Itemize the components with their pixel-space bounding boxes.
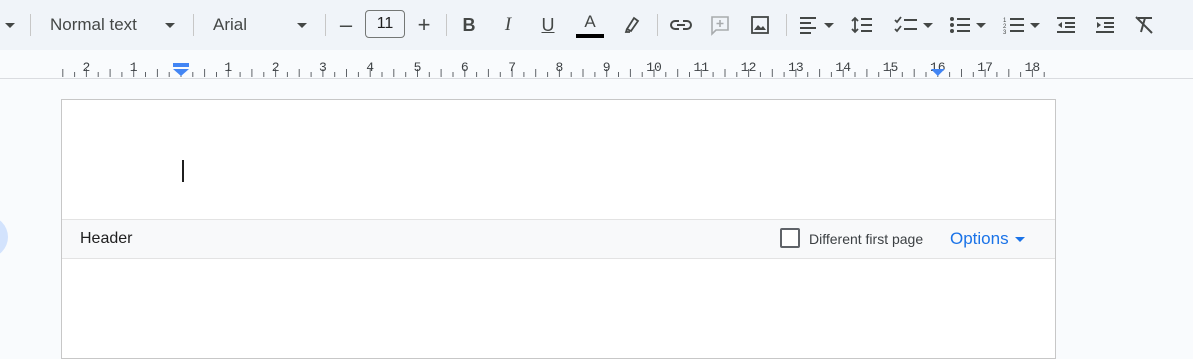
align-dropdown-button[interactable] bbox=[796, 0, 836, 50]
options-label: Options bbox=[950, 229, 1009, 248]
insert-link-button[interactable] bbox=[667, 0, 695, 50]
line-spacing-icon bbox=[851, 16, 872, 34]
add-comment-icon bbox=[711, 16, 729, 36]
add-comment-button[interactable] bbox=[706, 0, 734, 50]
link-icon bbox=[670, 20, 692, 30]
ruler-label: 8 bbox=[555, 60, 563, 75]
ruler-label: 5 bbox=[414, 60, 422, 75]
document-page[interactable]: Header Different first page Options bbox=[61, 99, 1056, 359]
header-options-dropdown[interactable]: Options bbox=[950, 228, 1025, 250]
ruler-label: 17 bbox=[977, 60, 993, 75]
chevron-down-icon bbox=[5, 22, 15, 28]
side-panel-toggle[interactable] bbox=[0, 216, 8, 258]
increase-font-size-button[interactable]: + bbox=[411, 0, 437, 50]
header-label: Header bbox=[80, 230, 133, 247]
underline-button[interactable]: U bbox=[534, 0, 562, 50]
increase-indent-button[interactable] bbox=[1091, 0, 1119, 50]
bold-icon: B bbox=[462, 14, 476, 35]
paragraph-style-value: Normal text bbox=[50, 15, 137, 34]
ruler-label: 15 bbox=[883, 60, 899, 75]
toolbar-divider bbox=[446, 14, 447, 36]
increase-indent-icon bbox=[1096, 17, 1114, 33]
font-size-input[interactable]: 11 bbox=[365, 10, 405, 38]
clear-formatting-button[interactable] bbox=[1130, 0, 1158, 50]
toolbar-divider bbox=[786, 14, 787, 36]
ruler-label: 2 bbox=[272, 60, 280, 75]
formatting-toolbar: Normal text Arial – 11 + B I U A 1 2 3 bbox=[0, 0, 1193, 50]
ruler-label: 13 bbox=[788, 60, 804, 75]
chevron-down-icon bbox=[165, 22, 175, 28]
ruler-label: 14 bbox=[835, 60, 851, 75]
ruler-label: 2 bbox=[82, 60, 90, 75]
font-family-select[interactable]: Arial bbox=[203, 0, 317, 50]
checklist-icon bbox=[893, 16, 917, 33]
chevron-down-icon bbox=[975, 22, 986, 28]
insert-image-icon bbox=[751, 16, 769, 34]
left-indent-marker[interactable] bbox=[173, 63, 189, 76]
chevron-down-icon bbox=[297, 22, 307, 28]
ruler-label: 1 bbox=[130, 60, 138, 75]
ruler-label: 10 bbox=[646, 60, 662, 75]
numbered-list-icon: 1 2 3 bbox=[1003, 18, 1024, 34]
ruler-label: 3 bbox=[319, 60, 327, 75]
ruler-label: 9 bbox=[603, 60, 611, 75]
bulleted-list-button[interactable] bbox=[944, 0, 990, 50]
ruler-label: 11 bbox=[693, 60, 709, 75]
minus-icon: – bbox=[339, 12, 353, 37]
italic-button[interactable]: I bbox=[494, 0, 522, 50]
insert-image-button[interactable] bbox=[746, 0, 774, 50]
ruler-scale: 2 1 1 2 3 4 5 6 7 8 9 10 11 12 13 14 15 16 17 18 bbox=[62, 60, 1045, 77]
bulleted-list-icon bbox=[949, 17, 970, 33]
text-color-swatch bbox=[576, 33, 604, 38]
plus-icon: + bbox=[417, 12, 431, 37]
ruler-label: 12 bbox=[741, 60, 757, 75]
chevron-down-icon bbox=[922, 22, 933, 28]
numbered-list-button[interactable]: 1 2 3 bbox=[998, 0, 1044, 50]
svg-text:3: 3 bbox=[1003, 30, 1007, 34]
decrease-indent-button[interactable] bbox=[1052, 0, 1080, 50]
ruler-label: 18 bbox=[1025, 60, 1041, 75]
different-first-page-label: Different first page bbox=[809, 231, 924, 247]
italic-icon: I bbox=[504, 14, 512, 35]
highlight-color-button[interactable] bbox=[618, 0, 646, 50]
line-spacing-button[interactable] bbox=[848, 0, 876, 50]
underline-icon: U bbox=[541, 14, 555, 35]
text-color-button[interactable]: A bbox=[574, 0, 606, 50]
ruler-label: 7 bbox=[508, 60, 516, 75]
ruler-label: 6 bbox=[461, 60, 469, 75]
align-left-icon bbox=[800, 17, 816, 34]
ruler-label: 1 bbox=[224, 60, 232, 75]
bold-button[interactable]: B bbox=[455, 0, 483, 50]
highlighter-icon bbox=[624, 16, 640, 33]
font-family-value: Arial bbox=[213, 15, 248, 34]
different-first-page-checkbox[interactable] bbox=[780, 228, 800, 248]
paragraph-style-select[interactable]: Normal text bbox=[40, 0, 185, 50]
chevron-down-icon bbox=[824, 22, 834, 28]
decrease-indent-icon bbox=[1057, 17, 1075, 33]
horizontal-ruler[interactable]: 2 1 1 2 3 4 5 6 7 8 9 10 11 12 13 14 15 16 17 18 bbox=[0, 50, 1193, 79]
text-cursor bbox=[182, 160, 184, 182]
toolbar-divider bbox=[325, 14, 326, 36]
chevron-down-icon bbox=[1014, 236, 1025, 242]
checklist-button[interactable] bbox=[890, 0, 936, 50]
decrease-font-size-button[interactable]: – bbox=[333, 0, 359, 50]
more-dropdown-button[interactable] bbox=[0, 0, 20, 50]
chevron-down-icon bbox=[1029, 22, 1040, 28]
toolbar-divider bbox=[657, 14, 658, 36]
toolbar-divider bbox=[193, 14, 194, 36]
header-bar: Header Different first page Options bbox=[62, 219, 1055, 259]
toolbar-divider bbox=[30, 14, 31, 36]
text-color-icon: A bbox=[584, 11, 596, 31]
ruler-label: 4 bbox=[366, 60, 374, 75]
clear-formatting-icon bbox=[1135, 16, 1153, 34]
